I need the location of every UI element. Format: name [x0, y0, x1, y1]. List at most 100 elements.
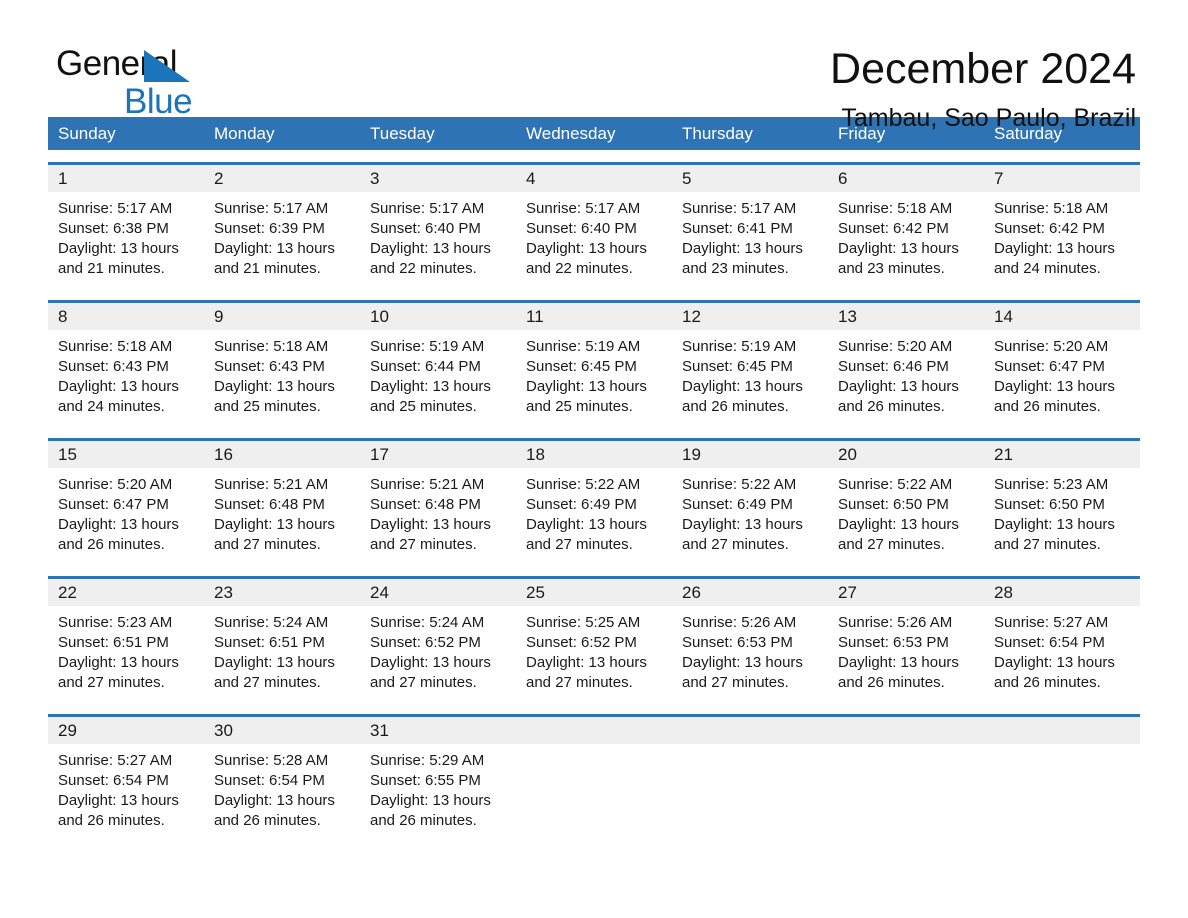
day-number[interactable]: 30: [204, 717, 360, 744]
sunset-text: Sunset: 6:54 PM: [994, 634, 1105, 651]
day-cell[interactable]: Sunrise: 5:19 AM Sunset: 6:45 PM Dayligh…: [672, 330, 828, 426]
day-number-empty: [672, 717, 828, 744]
day-cell[interactable]: Sunrise: 5:19 AM Sunset: 6:45 PM Dayligh…: [516, 330, 672, 426]
day-number[interactable]: 10: [360, 303, 516, 330]
daylight-text-line1: Daylight: 13 hours: [58, 516, 179, 533]
day-number[interactable]: 26: [672, 579, 828, 606]
daylight-text-line2: and 26 minutes.: [58, 812, 165, 829]
day-number[interactable]: 14: [984, 303, 1140, 330]
day-number[interactable]: 29: [48, 717, 204, 744]
day-number[interactable]: 15: [48, 441, 204, 468]
daylight-text-line2: and 26 minutes.: [682, 398, 789, 415]
daylight-text-line1: Daylight: 13 hours: [214, 516, 335, 533]
day-cell[interactable]: Sunrise: 5:23 AM Sunset: 6:50 PM Dayligh…: [984, 468, 1140, 564]
day-cell[interactable]: Sunrise: 5:28 AM Sunset: 6:54 PM Dayligh…: [204, 744, 360, 840]
day-number[interactable]: 21: [984, 441, 1140, 468]
day-cell[interactable]: Sunrise: 5:17 AM Sunset: 6:40 PM Dayligh…: [516, 192, 672, 288]
daylight-text-line2: and 22 minutes.: [526, 260, 633, 277]
day-cell[interactable]: Sunrise: 5:22 AM Sunset: 6:50 PM Dayligh…: [828, 468, 984, 564]
day-cell[interactable]: Sunrise: 5:29 AM Sunset: 6:55 PM Dayligh…: [360, 744, 516, 840]
day-cell[interactable]: Sunrise: 5:18 AM Sunset: 6:42 PM Dayligh…: [828, 192, 984, 288]
day-number[interactable]: 22: [48, 579, 204, 606]
daylight-text-line2: and 27 minutes.: [682, 536, 789, 553]
day-number[interactable]: 8: [48, 303, 204, 330]
day-cell[interactable]: Sunrise: 5:27 AM Sunset: 6:54 PM Dayligh…: [984, 606, 1140, 702]
day-number[interactable]: 23: [204, 579, 360, 606]
daylight-text-line2: and 21 minutes.: [58, 260, 165, 277]
day-cell[interactable]: Sunrise: 5:18 AM Sunset: 6:43 PM Dayligh…: [48, 330, 204, 426]
sunrise-text: Sunrise: 5:26 AM: [682, 614, 797, 631]
day-number[interactable]: 2: [204, 165, 360, 192]
day-cell[interactable]: Sunrise: 5:21 AM Sunset: 6:48 PM Dayligh…: [360, 468, 516, 564]
sunrise-text: Sunrise: 5:19 AM: [682, 338, 797, 355]
sunrise-text: Sunrise: 5:17 AM: [214, 200, 329, 217]
sunset-text: Sunset: 6:50 PM: [994, 496, 1105, 513]
sunset-text: Sunset: 6:45 PM: [526, 358, 637, 375]
day-cell[interactable]: Sunrise: 5:23 AM Sunset: 6:51 PM Dayligh…: [48, 606, 204, 702]
day-number[interactable]: 1: [48, 165, 204, 192]
daylight-text-line1: Daylight: 13 hours: [682, 378, 803, 395]
day-cell[interactable]: Sunrise: 5:26 AM Sunset: 6:53 PM Dayligh…: [672, 606, 828, 702]
day-number-empty: [984, 717, 1140, 744]
sunrise-text: Sunrise: 5:21 AM: [214, 476, 329, 493]
sunrise-text: Sunrise: 5:17 AM: [526, 200, 641, 217]
day-number[interactable]: 4: [516, 165, 672, 192]
day-cell[interactable]: Sunrise: 5:24 AM Sunset: 6:52 PM Dayligh…: [360, 606, 516, 702]
weekday-label-friday: Friday: [838, 124, 886, 143]
day-cell[interactable]: Sunrise: 5:17 AM Sunset: 6:39 PM Dayligh…: [204, 192, 360, 288]
generalblue-logo[interactable]: General Blue: [48, 44, 286, 124]
day-number[interactable]: 6: [828, 165, 984, 192]
day-cell[interactable]: Sunrise: 5:20 AM Sunset: 6:47 PM Dayligh…: [984, 330, 1140, 426]
daylight-text-line2: and 23 minutes.: [682, 260, 789, 277]
day-number[interactable]: 18: [516, 441, 672, 468]
day-number[interactable]: 19: [672, 441, 828, 468]
day-number[interactable]: 7: [984, 165, 1140, 192]
day-cell[interactable]: Sunrise: 5:17 AM Sunset: 6:40 PM Dayligh…: [360, 192, 516, 288]
sunset-text: Sunset: 6:54 PM: [214, 772, 325, 789]
sunset-text: Sunset: 6:47 PM: [58, 496, 169, 513]
day-cell[interactable]: Sunrise: 5:17 AM Sunset: 6:41 PM Dayligh…: [672, 192, 828, 288]
day-number[interactable]: 24: [360, 579, 516, 606]
day-number[interactable]: 17: [360, 441, 516, 468]
sunset-text: Sunset: 6:55 PM: [370, 772, 481, 789]
day-cell[interactable]: Sunrise: 5:17 AM Sunset: 6:38 PM Dayligh…: [48, 192, 204, 288]
day-number[interactable]: 9: [204, 303, 360, 330]
day-cell[interactable]: Sunrise: 5:22 AM Sunset: 6:49 PM Dayligh…: [672, 468, 828, 564]
day-number[interactable]: 16: [204, 441, 360, 468]
day-number[interactable]: 13: [828, 303, 984, 330]
day-cell[interactable]: Sunrise: 5:21 AM Sunset: 6:48 PM Dayligh…: [204, 468, 360, 564]
day-cell[interactable]: Sunrise: 5:19 AM Sunset: 6:44 PM Dayligh…: [360, 330, 516, 426]
day-cell[interactable]: Sunrise: 5:24 AM Sunset: 6:51 PM Dayligh…: [204, 606, 360, 702]
daylight-text-line2: and 26 minutes.: [214, 812, 321, 829]
daylight-text-line1: Daylight: 13 hours: [214, 654, 335, 671]
week-row: 22 23 24 25 26 27 28 Sunrise: 5:23 AM Su…: [48, 576, 1140, 702]
day-number[interactable]: 3: [360, 165, 516, 192]
day-number[interactable]: 11: [516, 303, 672, 330]
day-cell[interactable]: Sunrise: 5:20 AM Sunset: 6:46 PM Dayligh…: [828, 330, 984, 426]
daylight-text-line1: Daylight: 13 hours: [370, 240, 491, 257]
day-cell[interactable]: Sunrise: 5:25 AM Sunset: 6:52 PM Dayligh…: [516, 606, 672, 702]
day-number[interactable]: 5: [672, 165, 828, 192]
day-cell[interactable]: Sunrise: 5:20 AM Sunset: 6:47 PM Dayligh…: [48, 468, 204, 564]
sunset-text: Sunset: 6:51 PM: [214, 634, 325, 651]
day-number[interactable]: 31: [360, 717, 516, 744]
sunrise-text: Sunrise: 5:17 AM: [682, 200, 797, 217]
day-cell[interactable]: Sunrise: 5:18 AM Sunset: 6:43 PM Dayligh…: [204, 330, 360, 426]
day-cell[interactable]: Sunrise: 5:27 AM Sunset: 6:54 PM Dayligh…: [48, 744, 204, 840]
daylight-text-line1: Daylight: 13 hours: [214, 792, 335, 809]
sunrise-text: Sunrise: 5:20 AM: [58, 476, 173, 493]
daylight-text-line1: Daylight: 13 hours: [526, 240, 647, 257]
day-number[interactable]: 20: [828, 441, 984, 468]
day-cell[interactable]: Sunrise: 5:18 AM Sunset: 6:42 PM Dayligh…: [984, 192, 1140, 288]
day-number[interactable]: 25: [516, 579, 672, 606]
daylight-text-line2: and 27 minutes.: [214, 536, 321, 553]
day-number[interactable]: 12: [672, 303, 828, 330]
day-number[interactable]: 28: [984, 579, 1140, 606]
day-number[interactable]: 27: [828, 579, 984, 606]
week-daynumber-band: 29 30 31: [48, 717, 1140, 744]
day-cell[interactable]: Sunrise: 5:22 AM Sunset: 6:49 PM Dayligh…: [516, 468, 672, 564]
sunset-text: Sunset: 6:42 PM: [994, 220, 1105, 237]
daylight-text-line1: Daylight: 13 hours: [994, 240, 1115, 257]
daylight-text-line1: Daylight: 13 hours: [682, 654, 803, 671]
day-cell[interactable]: Sunrise: 5:26 AM Sunset: 6:53 PM Dayligh…: [828, 606, 984, 702]
